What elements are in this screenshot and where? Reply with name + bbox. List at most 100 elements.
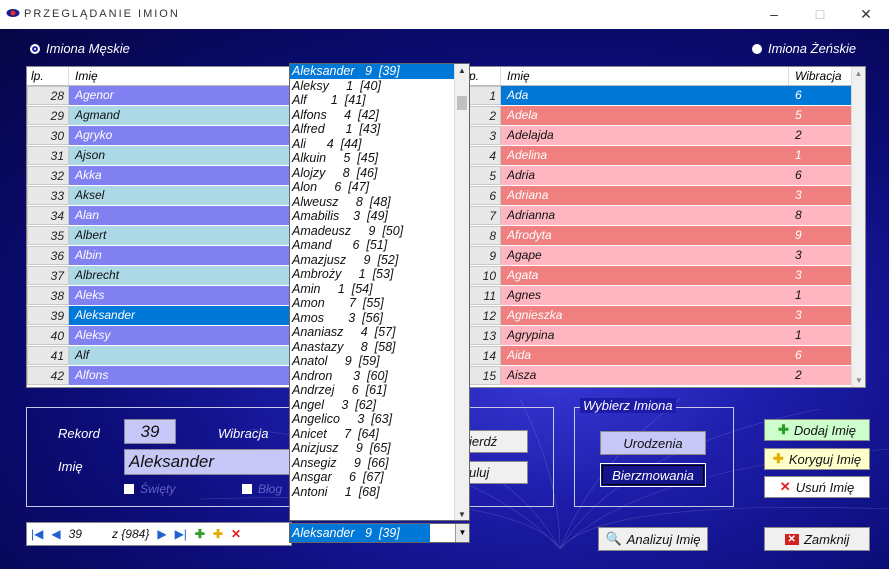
insert-record-icon[interactable]: ✚ bbox=[195, 527, 205, 541]
dropdown-scrollbar[interactable]: ▲ ▼ bbox=[454, 64, 469, 520]
dropdown-item[interactable]: Ansgar 6 [67] bbox=[290, 470, 454, 485]
male-table-row[interactable]: 28 Agenor bbox=[27, 86, 291, 106]
analizuj-imie-button[interactable]: 🔍 Analizuj Imię bbox=[598, 527, 708, 551]
radio-female-names[interactable]: Imiona Żeńskie bbox=[752, 41, 856, 56]
female-table-row[interactable]: 15 Aisza 2 bbox=[465, 366, 851, 386]
dropdown-item[interactable]: Andron 3 [60] bbox=[290, 369, 454, 384]
male-table-row[interactable]: 36 Albin bbox=[27, 246, 291, 266]
dropdown-item[interactable]: Alon 6 [47] bbox=[290, 180, 454, 195]
dropdown-item[interactable]: Angelico 3 [63] bbox=[290, 412, 454, 427]
zamknij-button[interactable]: ✕ Zamknij bbox=[764, 527, 870, 551]
names-combo-box[interactable]: Aleksander 9 [39] ▼ bbox=[289, 523, 470, 543]
dropdown-item[interactable]: Ansegiz 9 [66] bbox=[290, 456, 454, 471]
row-lp: 34 bbox=[27, 206, 69, 225]
maximize-button[interactable]: □ bbox=[800, 2, 840, 26]
dropdown-item[interactable]: Amand 6 [51] bbox=[290, 238, 454, 253]
dropdown-item[interactable]: Amin 1 [54] bbox=[290, 282, 454, 297]
scroll-up-icon[interactable]: ▲ bbox=[852, 69, 865, 78]
female-table-row[interactable]: 10 Agata 3 bbox=[465, 266, 851, 286]
dropdown-item[interactable]: Alkuin 5 [45] bbox=[290, 151, 454, 166]
dropdown-item[interactable]: Angel 3 [62] bbox=[290, 398, 454, 413]
female-table-row[interactable]: 14 Aida 6 bbox=[465, 346, 851, 366]
dropdown-item[interactable]: Anicet 7 [64] bbox=[290, 427, 454, 442]
female-table-row[interactable]: 12 Agnieszka 3 bbox=[465, 306, 851, 326]
male-names-grid[interactable]: lp. Imię 28 Agenor 29 Agmand 30 Agryko 31 Ajson… bbox=[26, 66, 292, 388]
female-table-row[interactable]: 4 Adelina 1 bbox=[465, 146, 851, 166]
combo-dropdown-arrow-icon[interactable]: ▼ bbox=[455, 524, 469, 542]
dropdown-item[interactable]: Anatol 9 [59] bbox=[290, 354, 454, 369]
dropdown-item[interactable]: Amazjusz 9 [52] bbox=[290, 253, 454, 268]
next-record-icon[interactable]: ▶ bbox=[157, 527, 166, 541]
scroll-up-icon[interactable]: ▲ bbox=[455, 66, 469, 75]
first-record-icon[interactable]: |◀ bbox=[31, 527, 43, 541]
last-record-icon[interactable]: ▶| bbox=[175, 527, 187, 541]
imie-field[interactable]: Aleksander bbox=[124, 449, 292, 475]
scroll-thumb[interactable] bbox=[457, 96, 467, 110]
male-table-row[interactable]: 40 Aleksy bbox=[27, 326, 291, 346]
dropdown-item[interactable]: Anastazy 8 [58] bbox=[290, 340, 454, 355]
female-names-grid[interactable]: p. Imię Wibracja 1 Ada 6 2 Adela 5 3 Adelajda 2 4… bbox=[464, 66, 866, 388]
header-imie[interactable]: Imię bbox=[501, 67, 789, 85]
dropdown-item[interactable]: Alojzy 8 [46] bbox=[290, 166, 454, 181]
minimize-button[interactable]: – bbox=[754, 2, 794, 26]
blogoslawiony-checkbox[interactable]: Błog bbox=[242, 482, 282, 496]
dropdown-item[interactable]: Aleksander 9 [39] bbox=[290, 64, 454, 79]
male-table-row[interactable]: 37 Albrecht bbox=[27, 266, 291, 286]
radio-male-names[interactable]: Imiona Męskie bbox=[30, 41, 130, 56]
female-table-row[interactable]: 5 Adria 6 bbox=[465, 166, 851, 186]
names-dropdown-list[interactable]: Aleksander 9 [39] Aleksy 1 [40] Alf 1 [41]… bbox=[289, 63, 470, 521]
male-table-row[interactable]: 41 Alf bbox=[27, 346, 291, 366]
male-table-row[interactable]: 31 Ajson bbox=[27, 146, 291, 166]
dropdown-item[interactable]: Alweusz 8 [48] bbox=[290, 195, 454, 210]
dropdown-item[interactable]: Amos 3 [56] bbox=[290, 311, 454, 326]
edit-record-icon[interactable]: ✚ bbox=[213, 527, 223, 541]
close-window-button[interactable]: ✕ bbox=[846, 2, 886, 26]
bierzmowania-button[interactable]: Bierzmowania bbox=[600, 463, 706, 487]
delete-record-icon[interactable]: ✕ bbox=[231, 527, 241, 541]
female-table-row[interactable]: 3 Adelajda 2 bbox=[465, 126, 851, 146]
male-table-row[interactable]: 32 Akka bbox=[27, 166, 291, 186]
dropdown-item[interactable]: Alfred 1 [43] bbox=[290, 122, 454, 137]
female-table-row[interactable]: 11 Agnes 1 bbox=[465, 286, 851, 306]
koryguj-imie-button[interactable]: ✚ Koryguj Imię bbox=[764, 448, 870, 470]
female-table-row[interactable]: 2 Adela 5 bbox=[465, 106, 851, 126]
male-table-row[interactable]: 39 Aleksander bbox=[27, 306, 291, 326]
dropdown-item[interactable]: Anizjusz 9 [65] bbox=[290, 441, 454, 456]
female-table-row[interactable]: 9 Agape 3 bbox=[465, 246, 851, 266]
dropdown-item[interactable]: Amabilis 3 [49] bbox=[290, 209, 454, 224]
dropdown-item[interactable]: Amon 7 [55] bbox=[290, 296, 454, 311]
header-lp[interactable]: lp. bbox=[27, 67, 69, 85]
combo-selected-value[interactable]: Aleksander 9 [39] bbox=[290, 524, 430, 542]
female-grid-scrollbar[interactable]: ▲ ▼ bbox=[851, 67, 865, 387]
dropdown-item[interactable]: Alf 1 [41] bbox=[290, 93, 454, 108]
female-table-row[interactable]: 13 Agrypina 1 bbox=[465, 326, 851, 346]
dropdown-item[interactable]: Andrzej 6 [61] bbox=[290, 383, 454, 398]
header-lp[interactable]: p. bbox=[465, 67, 501, 85]
male-table-row[interactable]: 35 Albert bbox=[27, 226, 291, 246]
male-table-row[interactable]: 42 Alfons bbox=[27, 366, 291, 386]
dropdown-item[interactable]: Antoni 1 [68] bbox=[290, 485, 454, 500]
scroll-down-icon[interactable]: ▼ bbox=[852, 376, 865, 385]
dropdown-item[interactable]: Ali 4 [44] bbox=[290, 137, 454, 152]
header-imie[interactable]: Imię bbox=[69, 67, 291, 85]
usun-imie-button[interactable]: ✕ Usuń Imię bbox=[764, 476, 870, 498]
dropdown-item[interactable]: Amadeusz 9 [50] bbox=[290, 224, 454, 239]
dropdown-item[interactable]: Ambroży 1 [53] bbox=[290, 267, 454, 282]
scroll-down-icon[interactable]: ▼ bbox=[455, 510, 469, 519]
female-table-row[interactable]: 7 Adrianna 8 bbox=[465, 206, 851, 226]
male-table-row[interactable]: 33 Aksel bbox=[27, 186, 291, 206]
prev-record-icon[interactable]: ◀ bbox=[51, 527, 60, 541]
female-table-row[interactable]: 8 Afrodyta 9 bbox=[465, 226, 851, 246]
female-table-row[interactable]: 6 Adriana 3 bbox=[465, 186, 851, 206]
dropdown-item[interactable]: Ananiasz 4 [57] bbox=[290, 325, 454, 340]
male-table-row[interactable]: 34 Alan bbox=[27, 206, 291, 226]
female-table-row[interactable]: 1 Ada 6 bbox=[465, 86, 851, 106]
male-table-row[interactable]: 38 Aleks bbox=[27, 286, 291, 306]
swiety-checkbox[interactable]: Święty bbox=[124, 482, 175, 496]
dropdown-item[interactable]: Aleksy 1 [40] bbox=[290, 79, 454, 94]
dodaj-imie-button[interactable]: ✚ Dodaj Imię bbox=[764, 419, 870, 441]
male-table-row[interactable]: 29 Agmand bbox=[27, 106, 291, 126]
male-table-row[interactable]: 30 Agryko bbox=[27, 126, 291, 146]
urodzenia-button[interactable]: Urodzenia bbox=[600, 431, 706, 455]
dropdown-item[interactable]: Alfons 4 [42] bbox=[290, 108, 454, 123]
